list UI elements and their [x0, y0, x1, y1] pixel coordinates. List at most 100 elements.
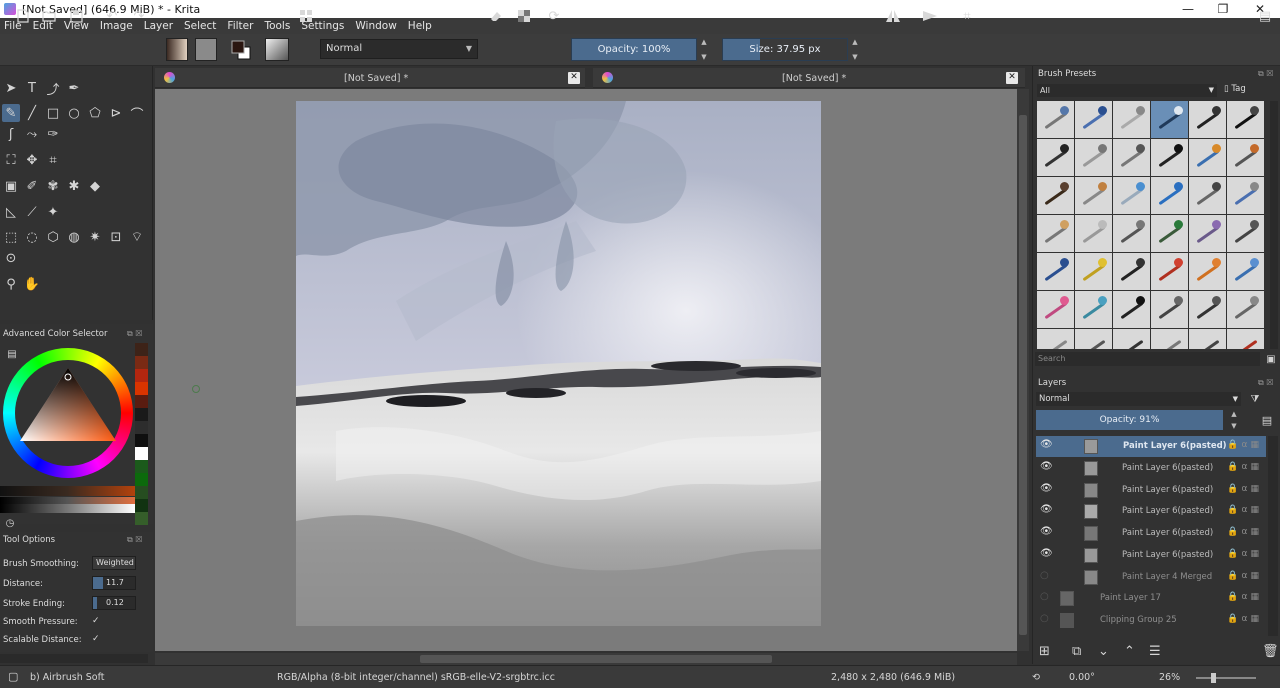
rect-select-icon[interactable]: ⬚	[2, 228, 20, 246]
blend-mode-select[interactable]: Normal ▼	[320, 39, 478, 59]
tool-options-scrollbar[interactable]	[0, 654, 148, 663]
color-picker-icon[interactable]: ✐	[23, 177, 41, 195]
recent-color-swatch[interactable]	[135, 473, 148, 486]
eye-icon[interactable]: 👁	[1040, 504, 1053, 516]
eye-closed-icon[interactable]: ○	[1040, 591, 1052, 603]
bezier-select-icon[interactable]: ⌔	[128, 228, 146, 246]
reload-preset-icon[interactable]: ⟳	[545, 6, 563, 26]
brush-preset-eraser[interactable]	[1037, 101, 1074, 138]
recent-color-swatch[interactable]	[135, 343, 148, 356]
brush-preset-chalk[interactable]	[1075, 139, 1112, 176]
recent-color-swatch[interactable]	[135, 395, 148, 408]
foreground-background-color-icon[interactable]	[229, 38, 253, 61]
duplicate-layer-icon[interactable]: ⧉	[1072, 644, 1081, 659]
delete-layer-icon[interactable]: 🗑	[1262, 644, 1279, 659]
layer-lock-alpha-icon[interactable]: 🔒α▦	[1227, 440, 1262, 450]
mirror-vertical-icon[interactable]	[921, 6, 939, 26]
brush-preset-teal[interactable]	[1075, 291, 1112, 328]
brush-preset-purple[interactable]	[1189, 215, 1226, 252]
smooth-pressure-checkbox[interactable]: ✓	[92, 616, 102, 626]
menu-window[interactable]: Window	[355, 20, 396, 32]
gradient-tool-icon[interactable]: ▣	[2, 177, 20, 195]
recent-color-swatch[interactable]	[135, 382, 148, 395]
brush-smoothing-select[interactable]: Weighted	[92, 556, 136, 570]
edit-shapes-icon[interactable]: ⤴	[44, 79, 62, 98]
preset-scrollbar[interactable]	[1270, 101, 1278, 349]
docker-float-close-icon[interactable]: ⧉ ☒	[127, 329, 142, 339]
brush-preset-button[interactable]	[265, 38, 289, 61]
line-tool-icon[interactable]: ╱	[23, 104, 41, 122]
rotation-icon[interactable]: ⟲	[1032, 672, 1040, 683]
ellipse-select-icon[interactable]: ◌	[23, 228, 41, 246]
layer-blend-mode-select[interactable]: Normal ▼	[1036, 392, 1241, 406]
brush-preset-airbrush-soft[interactable]	[1151, 101, 1188, 138]
recent-color-swatch[interactable]	[135, 499, 148, 512]
bezier-tool-icon[interactable]: ⌒	[128, 104, 146, 123]
brush-preset-soft-eraser[interactable]	[1113, 101, 1150, 138]
recent-color-swatch[interactable]	[135, 421, 148, 434]
smart-patch-icon[interactable]: ✾	[44, 177, 62, 195]
layer-lock-alpha-icon[interactable]: 🔒α▦	[1227, 571, 1262, 581]
layer-lock-alpha-icon[interactable]: 🔒α▦	[1227, 527, 1262, 537]
preset-search-input[interactable]: Search	[1035, 352, 1260, 366]
saturation-value-triangle[interactable]	[18, 363, 118, 463]
brush-preset-pencil[interactable]	[1037, 139, 1074, 176]
recent-color-swatch[interactable]	[135, 447, 148, 460]
opacity-spin-icon[interactable]: ▲ ▼	[699, 38, 709, 61]
brush-preset-liner[interactable]	[1113, 291, 1150, 328]
eye-icon[interactable]: 👁	[1040, 483, 1053, 495]
eye-icon[interactable]: 👁	[1040, 548, 1053, 560]
layer-lock-alpha-icon[interactable]: 🔒α▦	[1227, 592, 1262, 602]
eye-closed-icon[interactable]: ○	[1040, 613, 1052, 625]
polygon-tool-icon[interactable]: ⬠	[86, 104, 104, 122]
eye-icon[interactable]: 👁	[1040, 439, 1053, 451]
brush-preset-gray[interactable]	[1227, 291, 1264, 328]
brush-preset-calligraphy[interactable]	[1037, 253, 1074, 290]
zoom-value[interactable]: 26%	[1159, 672, 1180, 683]
tag-button[interactable]: ▯ Tag	[1224, 84, 1246, 94]
brush-preset-blue-fine[interactable]	[1227, 253, 1264, 290]
recent-color-swatch[interactable]	[135, 460, 148, 473]
brush-preset-extra-2[interactable]	[1075, 329, 1112, 349]
text-tool-icon[interactable]: T	[23, 79, 41, 97]
wrap-around-icon[interactable]: ⌗	[958, 6, 976, 26]
brush-preset-extra-5[interactable]	[1189, 329, 1226, 349]
menu-help[interactable]: Help	[408, 20, 432, 32]
hue-strip[interactable]	[0, 486, 135, 496]
layer-properties-icon[interactable]: ▤	[1258, 411, 1276, 429]
brush-preset-brush-warm[interactable]	[1227, 139, 1264, 176]
move-layer-up-icon[interactable]: ⌃	[1124, 644, 1135, 659]
eye-icon[interactable]: 👁	[1040, 461, 1053, 473]
zoom-slider[interactable]	[1196, 677, 1256, 679]
brush-preset-orange[interactable]	[1189, 253, 1226, 290]
move-layer-down-icon[interactable]: ⌄	[1098, 644, 1109, 659]
recent-color-swatch[interactable]	[135, 369, 148, 382]
tab-close-icon[interactable]: ✕	[568, 72, 580, 84]
eye-closed-icon[interactable]: ○	[1040, 570, 1052, 582]
brush-preset-extra-4[interactable]	[1151, 329, 1188, 349]
distance-slider[interactable]: 11.7	[92, 576, 136, 590]
layer-row[interactable]: ○ Paint Layer 17 🔒α▦	[1036, 588, 1266, 609]
tab-close-icon[interactable]: ✕	[1006, 72, 1018, 84]
rotation-value[interactable]: 0.00°	[1069, 672, 1095, 683]
layer-row[interactable]: 👁 Paint Layer 6(pasted) 🔒α▦	[1036, 501, 1266, 522]
layer-properties-icon[interactable]: ☰	[1149, 644, 1161, 659]
docker-float-close-icon[interactable]: ⧉ ☒	[1258, 378, 1273, 388]
brush-preset-brush-dark[interactable]	[1151, 139, 1188, 176]
ellipse-tool-icon[interactable]: ○	[65, 104, 83, 122]
layer-lock-alpha-icon[interactable]: 🔒α▦	[1227, 614, 1262, 624]
workspace-grid-icon[interactable]	[297, 6, 315, 26]
brush-preset-extra-6[interactable]	[1227, 329, 1264, 349]
brush-preset-green[interactable]	[1151, 215, 1188, 252]
freehand-select-icon[interactable]: ◍	[65, 228, 83, 246]
preserve-alpha-icon[interactable]	[515, 6, 533, 26]
assistant-tool-icon[interactable]: ⟋	[23, 203, 41, 221]
gradient-preset-button[interactable]	[166, 38, 188, 61]
brush-preset-pencil-2[interactable]	[1075, 177, 1112, 214]
pattern-preset-button[interactable]	[195, 38, 217, 61]
vertical-scroll-thumb[interactable]	[1019, 115, 1027, 635]
layer-opacity-spin-icon[interactable]: ▲ ▼	[1229, 410, 1239, 430]
brush-preset-pink[interactable]	[1037, 291, 1074, 328]
layer-row[interactable]: 👁 Paint Layer 6(pasted) 🔒α▦	[1036, 480, 1266, 501]
undo-icon[interactable]: ↶	[103, 6, 121, 26]
